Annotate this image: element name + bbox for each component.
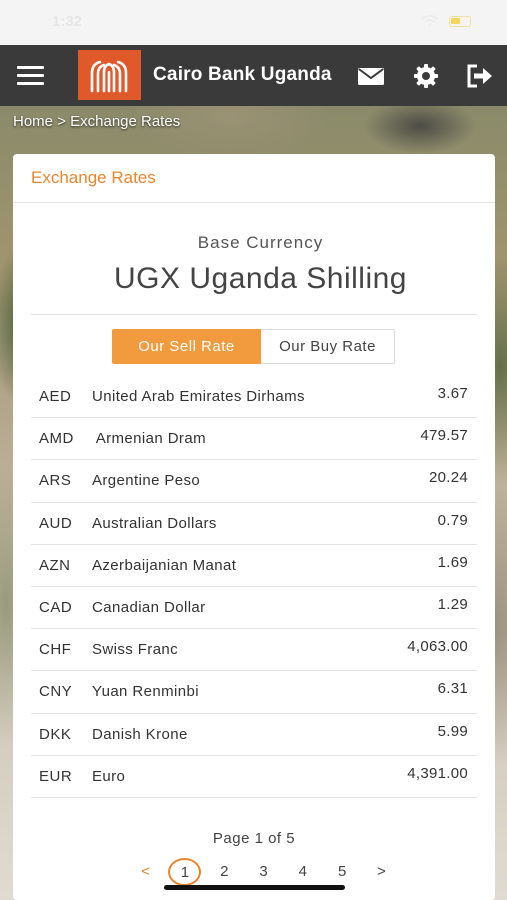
divider <box>31 314 477 315</box>
rate-value: 3.67 <box>437 385 468 402</box>
currency-name: Euro <box>92 767 126 785</box>
currency-name: Swiss Franc <box>92 641 179 659</box>
page-button-2[interactable]: 2 <box>205 858 244 886</box>
rate-row: CHF Swiss Franc 4,063.00 <box>31 629 477 672</box>
rate-value: 0.79 <box>437 511 468 529</box>
currency-name: Canadian Dollar <box>92 598 206 616</box>
battery-icon <box>449 15 471 27</box>
currency-code: DKK <box>39 725 72 743</box>
rate-value: 1.69 <box>437 553 468 571</box>
page-button-1[interactable]: 1 <box>165 858 204 886</box>
currency-name: Azerbaijanian Manat <box>92 556 237 574</box>
rate-row: ARS Argentine Peso 20.24 <box>31 460 477 503</box>
rate-row: CAD Canadian Dollar 1.29 <box>31 587 477 630</box>
mail-icon[interactable] <box>356 61 386 91</box>
currency-name: Argentine Peso <box>92 472 201 490</box>
page-button-5[interactable]: 5 <box>322 858 361 886</box>
card-header: Exchange Rates <box>13 154 495 203</box>
rate-row: AMD Armenian Dram 479.57 <box>31 418 477 461</box>
breadcrumb: Home > Exchange Rates <box>13 113 180 130</box>
bank-logo-mark-icon <box>90 60 128 93</box>
rate-row: EUR Euro 4,391.00 <box>31 756 477 798</box>
currency-code: AUD <box>39 514 73 532</box>
currency-code: ARS <box>39 472 72 490</box>
rate-value: 4,063.00 <box>407 638 468 656</box>
page-button-4[interactable]: 4 <box>283 858 322 886</box>
rate-row: AUD Australian Dollars 0.79 <box>31 503 477 545</box>
bank-name: Cairo Bank Uganda <box>153 64 332 85</box>
currency-name: Australian Dollars <box>92 514 217 532</box>
currency-name: Danish Krone <box>92 725 188 743</box>
pagination: < 1 2 3 4 5 > <box>126 858 401 886</box>
page-info: Page 1 of 5 <box>212 830 296 847</box>
bank-logo <box>78 50 141 100</box>
card-title: Exchange Rates <box>31 168 156 187</box>
exchange-rates-card: Exchange Rates Base Currency UGX Uganda … <box>13 154 495 900</box>
currency-name: Yuan Renminbi <box>92 683 199 701</box>
rate-value: 1.29 <box>437 595 468 613</box>
status-icons <box>421 15 471 27</box>
rate-type-toggle: Our Sell Rate Our Buy Rate <box>112 329 395 364</box>
rate-value: 20.24 <box>428 469 468 487</box>
next-page-button[interactable]: > <box>362 858 401 886</box>
wifi-icon <box>421 15 439 27</box>
rate-row: DKK Danish Krone 5.99 <box>31 714 477 756</box>
status-bar: 1:32 <box>0 0 507 45</box>
currency-code: AZN <box>39 556 71 574</box>
rate-value: 5.99 <box>437 722 468 740</box>
buy-rate-button[interactable]: Our Buy Rate <box>261 329 395 364</box>
status-time: 1:32 <box>52 13 83 30</box>
rate-value: 6.31 <box>437 680 468 698</box>
currency-code: AED <box>39 388 72 405</box>
rate-value: 4,391.00 <box>407 764 468 782</box>
rate-value: 479.57 <box>420 427 468 445</box>
rate-row: CNY Yuan Renminbi 6.31 <box>31 671 477 714</box>
page-button-3[interactable]: 3 <box>244 858 283 886</box>
currency-name: Armenian Dram <box>92 430 206 448</box>
hamburger-menu-icon[interactable] <box>17 66 44 85</box>
currency-code: EUR <box>39 767 73 785</box>
logout-icon[interactable] <box>465 61 495 91</box>
rates-list: AED United Arab Emirates Dirhams 3.67 AM… <box>31 376 477 798</box>
currency-name: United Arab Emirates Dirhams <box>92 388 305 405</box>
currency-code: CNY <box>39 683 73 701</box>
app-header: Cairo Bank Uganda <box>0 45 507 106</box>
rate-row: AED United Arab Emirates Dirhams 3.67 <box>31 376 477 419</box>
base-currency-label: Base Currency <box>197 233 324 252</box>
currency-code: CAD <box>39 598 73 616</box>
page-number: 1 <box>168 858 202 886</box>
breadcrumb-current: Exchange Rates <box>70 113 181 130</box>
sell-rate-button[interactable]: Our Sell Rate <box>112 329 261 364</box>
breadcrumb-separator: > <box>57 113 66 130</box>
base-currency-value: UGX Uganda Shilling <box>114 262 407 295</box>
gear-icon[interactable] <box>411 61 441 91</box>
currency-code: CHF <box>39 641 72 659</box>
previous-page-button[interactable]: < <box>126 858 165 886</box>
currency-code: AMD <box>39 430 74 448</box>
rate-row: AZN Azerbaijanian Manat 1.69 <box>31 545 477 587</box>
home-indicator <box>164 885 345 890</box>
breadcrumb-home-link[interactable]: Home <box>13 113 53 130</box>
